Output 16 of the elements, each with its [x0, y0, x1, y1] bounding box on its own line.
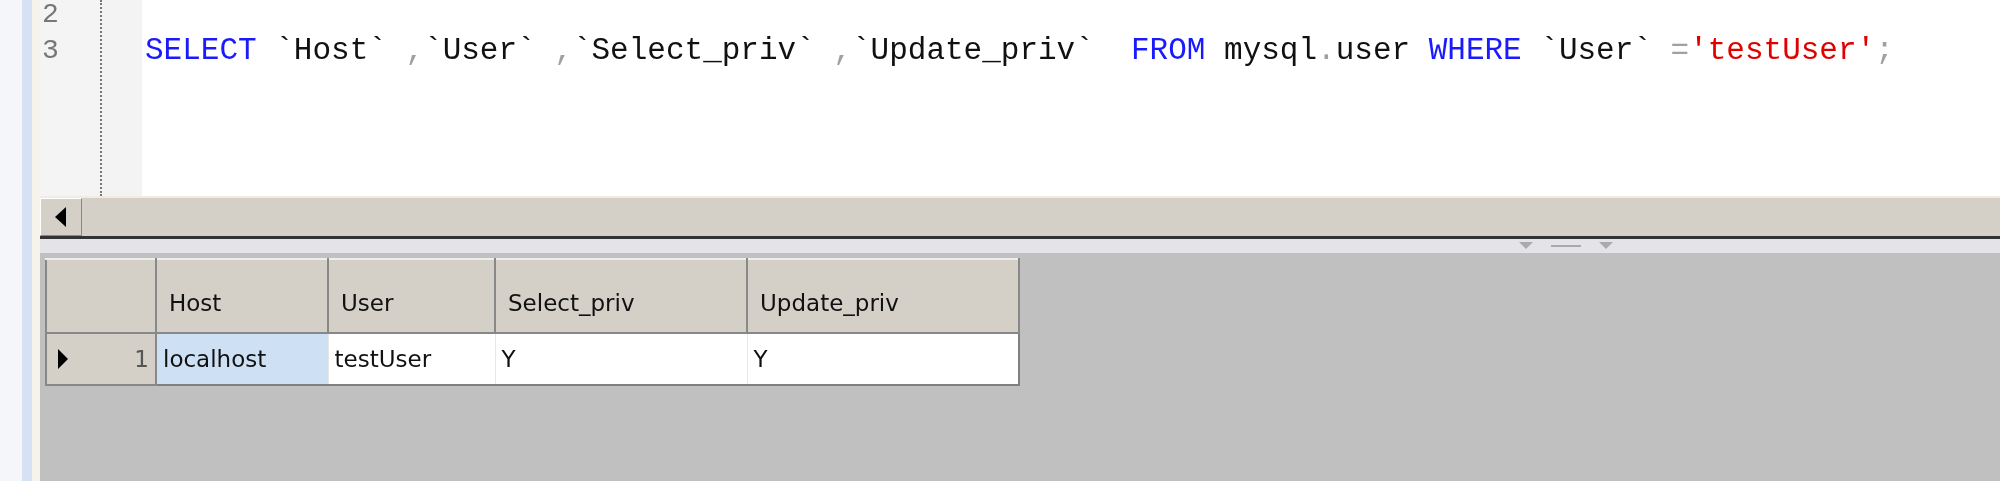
- row-header[interactable]: 1: [46, 333, 156, 385]
- column-header[interactable]: Host: [156, 259, 328, 333]
- line-number: 3: [41, 34, 60, 68]
- column-header[interactable]: User: [328, 259, 495, 333]
- table-cell[interactable]: Y: [495, 333, 747, 385]
- line-number: 2: [41, 0, 60, 30]
- table-cell[interactable]: Y: [747, 333, 1019, 385]
- horizontal-scrollbar[interactable]: [40, 196, 2000, 239]
- column-header[interactable]: Update_priv: [747, 259, 1019, 333]
- left-arrow-icon: [54, 206, 68, 228]
- code-editor[interactable]: 2 3 SELECT `Host` ,`User` ,`Select_priv` ,`Update_priv` FROM mysql.user WHERE `User` ='testUser';: [40, 0, 2000, 196]
- table-cell[interactable]: testUser: [328, 333, 495, 385]
- code-line: SELECT `Host` ,`User` ,`Select_priv` ,`Update_priv` FROM mysql.user WHERE `User` ='testUser';: [145, 33, 1894, 68]
- table-cell[interactable]: localhost: [156, 333, 328, 385]
- column-header[interactable]: Select_priv: [495, 259, 747, 333]
- scroll-left-button[interactable]: [40, 198, 82, 236]
